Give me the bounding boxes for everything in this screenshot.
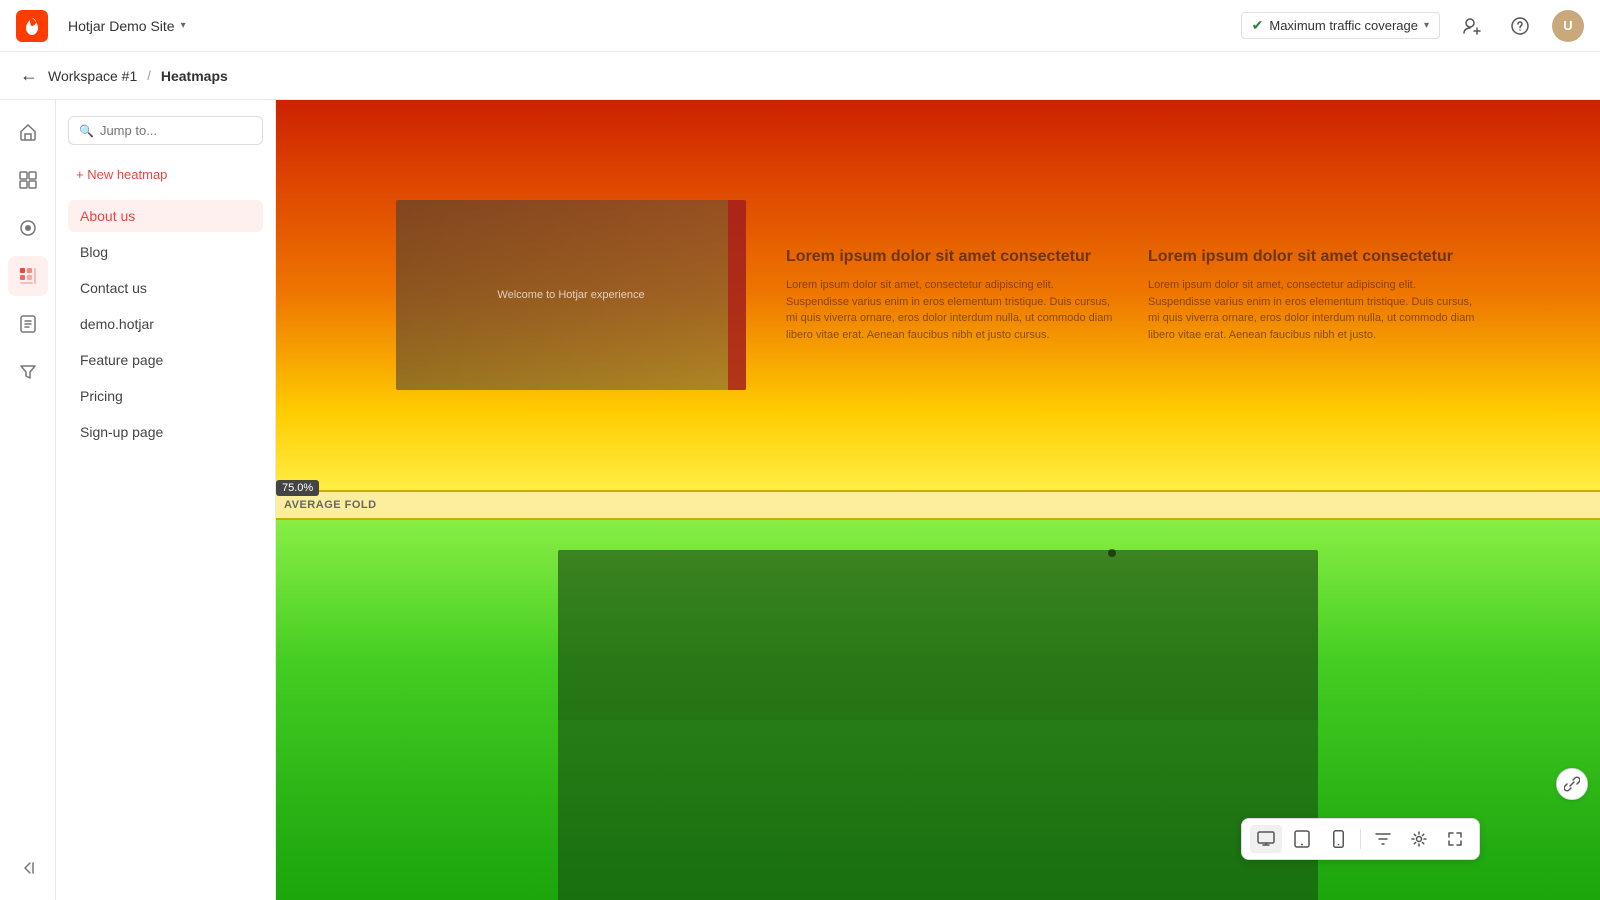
- sidebar-nav-surveys[interactable]: [8, 304, 48, 344]
- hotjar-logo-icon: [16, 10, 48, 42]
- site-selector[interactable]: Hotjar Demo Site ▾: [68, 18, 186, 34]
- site-body-1: Lorem ipsum dolor sit amet, consectetur …: [786, 277, 1118, 343]
- site-text-columns: Lorem ipsum dolor sit amet consectetur L…: [786, 247, 1480, 344]
- average-fold-marker: 75.0% AVERAGE FOLD: [276, 490, 1600, 520]
- image-red-bar: [728, 200, 746, 390]
- cool-image-bottom: [558, 720, 1318, 900]
- add-user-icon: [1462, 16, 1482, 36]
- sidebar-nav-home[interactable]: [8, 112, 48, 152]
- nav-item-about-us-label: About us: [80, 208, 135, 224]
- expand-button[interactable]: [1439, 825, 1471, 853]
- nav-sidebar: 🔍 + New heatmap About us Blog Contact us…: [56, 100, 276, 900]
- back-button[interactable]: ←: [20, 65, 38, 86]
- fold-label: AVERAGE FOLD: [284, 499, 377, 511]
- desktop-icon: [1257, 830, 1275, 848]
- site-body-2: Lorem ipsum dolor sit amet, consectetur …: [1148, 277, 1480, 343]
- site-image-inner: Welcome to Hotjar experience: [396, 200, 746, 390]
- breadcrumb-current: Heatmaps: [161, 68, 228, 84]
- breadcrumb-separator: /: [147, 68, 151, 83]
- nav-item-pricing[interactable]: Pricing: [68, 380, 263, 412]
- home-icon: [18, 122, 38, 142]
- site-text-col-2: Lorem ipsum dolor sit amet consectetur L…: [1148, 247, 1480, 344]
- site-text-col-1: Lorem ipsum dolor sit amet consectetur L…: [786, 247, 1118, 344]
- tablet-view-button[interactable]: [1286, 825, 1318, 853]
- settings-button[interactable]: [1403, 825, 1435, 853]
- mobile-view-button[interactable]: [1322, 825, 1354, 853]
- site-heading-1: Lorem ipsum dolor sit amet consectetur: [786, 247, 1118, 268]
- nav-item-signup[interactable]: Sign-up page: [68, 416, 263, 448]
- nav-item-blog[interactable]: Blog: [68, 236, 263, 268]
- new-heatmap-label: + New heatmap: [76, 167, 167, 182]
- nav-item-demo[interactable]: demo.hotjar: [68, 308, 263, 340]
- expand-icon: [1446, 830, 1464, 848]
- image-caption: Welcome to Hotjar experience: [497, 289, 644, 301]
- heatmap-hot-zone: Welcome to Hotjar experience Lorem ipsum…: [276, 100, 1600, 490]
- main-layout: 🔍 + New heatmap About us Blog Contact us…: [0, 100, 1600, 900]
- cool-image-block: [558, 550, 1318, 900]
- settings-icon: [1410, 830, 1428, 848]
- toolbar-separator-1: [1360, 829, 1361, 849]
- site-hero-image: Welcome to Hotjar experience: [396, 200, 746, 390]
- nav-item-about-us[interactable]: About us: [68, 200, 263, 232]
- add-team-member-button[interactable]: [1456, 10, 1488, 42]
- collapse-icon: [20, 860, 36, 876]
- topnav-right-section: ✔ Maximum traffic coverage ▾ U: [1241, 10, 1584, 42]
- help-icon: [1510, 16, 1530, 36]
- traffic-check-icon: ✔: [1252, 17, 1264, 34]
- breadcrumb-workspace[interactable]: Workspace #1: [48, 68, 137, 84]
- breadcrumb-bar: ← Workspace #1 / Heatmaps: [0, 52, 1600, 100]
- top-navigation: Hotjar Demo Site ▾ ✔ Maximum traffic cov…: [0, 0, 1600, 52]
- help-button[interactable]: [1504, 10, 1536, 42]
- icon-sidebar: [0, 100, 56, 900]
- heatmaps-icon: [18, 266, 38, 286]
- collapse-sidebar-button[interactable]: [0, 848, 56, 888]
- link-icon: [1564, 776, 1580, 792]
- nav-item-blog-label: Blog: [80, 244, 108, 260]
- funnels-icon: [18, 362, 38, 382]
- site-content-overlay-hot: Welcome to Hotjar experience Lorem ipsum…: [276, 100, 1600, 490]
- heatmap-visualization: Welcome to Hotjar experience Lorem ipsum…: [276, 100, 1600, 900]
- nav-item-feature[interactable]: Feature page: [68, 344, 263, 376]
- search-input[interactable]: [100, 123, 252, 138]
- dashboard-icon: [18, 170, 38, 190]
- traffic-coverage-selector[interactable]: ✔ Maximum traffic coverage ▾: [1241, 12, 1440, 39]
- fold-percentage-badge: 75.0%: [276, 480, 319, 496]
- search-box[interactable]: 🔍: [68, 116, 263, 145]
- traffic-chevron-icon: ▾: [1424, 20, 1429, 31]
- share-link-button[interactable]: [1556, 768, 1588, 800]
- new-heatmap-button[interactable]: + New heatmap: [68, 161, 263, 188]
- cool-image-top: [558, 550, 1318, 720]
- desktop-view-button[interactable]: [1250, 825, 1282, 853]
- nav-item-signup-label: Sign-up page: [80, 424, 163, 440]
- nav-item-feature-label: Feature page: [80, 352, 163, 368]
- sidebar-nav-recordings[interactable]: [8, 208, 48, 248]
- sidebar-nav-heatmaps[interactable]: [8, 256, 48, 296]
- nav-item-demo-label: demo.hotjar: [80, 316, 154, 332]
- sidebar-nav-dashboard[interactable]: [8, 160, 48, 200]
- recordings-icon: [18, 218, 38, 238]
- logo[interactable]: [16, 10, 48, 42]
- search-icon: 🔍: [79, 124, 94, 138]
- tablet-icon: [1294, 830, 1310, 848]
- surveys-icon: [18, 314, 38, 334]
- filter-button[interactable]: [1367, 825, 1399, 853]
- site-selector-chevron: ▾: [181, 20, 186, 31]
- nav-item-pricing-label: Pricing: [80, 388, 123, 404]
- traffic-coverage-label: Maximum traffic coverage: [1269, 18, 1418, 33]
- user-avatar[interactable]: U: [1552, 10, 1584, 42]
- site-name: Hotjar Demo Site: [68, 18, 175, 34]
- nav-item-contact-label: Contact us: [80, 280, 147, 296]
- mobile-icon: [1333, 830, 1344, 848]
- heatmap-content-area[interactable]: Welcome to Hotjar experience Lorem ipsum…: [276, 100, 1600, 900]
- sidebar-nav-funnels[interactable]: [8, 352, 48, 392]
- nav-item-contact[interactable]: Contact us: [68, 272, 263, 304]
- site-heading-2: Lorem ipsum dolor sit amet consectetur: [1148, 247, 1480, 268]
- filter-icon: [1374, 830, 1392, 848]
- device-toolbar: [1241, 818, 1480, 860]
- avatar-initials: U: [1563, 18, 1572, 33]
